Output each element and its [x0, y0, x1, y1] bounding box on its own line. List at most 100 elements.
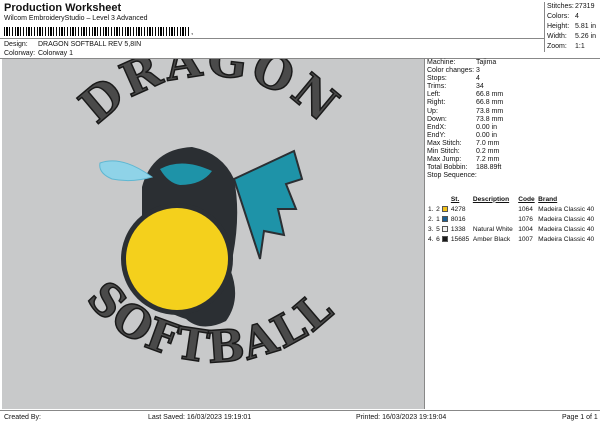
- stat-key: Zoom:: [547, 43, 567, 50]
- property-row: Right: 66.8 mm: [427, 99, 600, 107]
- color-swatch-cell: [441, 204, 450, 214]
- design-preview: DRAGON SOFTBALL: [2, 31, 425, 409]
- property-value: 3: [476, 67, 480, 75]
- stat-value: 5.26 in: [575, 33, 597, 40]
- property-row: Stops: 4: [427, 75, 600, 83]
- row-number: 4.: [428, 235, 434, 243]
- colorway-row: Colorway: Colorway 1: [4, 50, 73, 57]
- property-value: 188.89ft: [476, 164, 502, 172]
- thread-code: 1004: [518, 225, 533, 233]
- property-value: 73.8 mm: [476, 107, 504, 115]
- property-key: Stop Sequence:: [427, 172, 477, 180]
- row-number: 1.: [428, 205, 434, 213]
- column-header: Code: [518, 195, 535, 203]
- property-key: Max Jump:: [427, 156, 462, 164]
- property-key: Color changes:: [427, 67, 475, 75]
- footer: Created By: Last Saved: 16/03/2023 19:19…: [0, 410, 600, 424]
- property-row: Color changes: 3: [427, 67, 600, 75]
- barcode: [4, 27, 189, 36]
- table-header-row: St. Description Code Brand: [427, 194, 600, 204]
- property-value: 7.0 mm: [476, 139, 500, 147]
- thread-description: [472, 214, 517, 224]
- design-row: Design: DRAGON SOFTBALL REV 5,8IN: [4, 41, 141, 48]
- stat-value: 1:1: [575, 43, 585, 50]
- design-value: DRAGON SOFTBALL REV 5,8IN: [37, 41, 142, 48]
- last-saved: Last Saved: 16/03/2023 19:19:01: [148, 414, 252, 421]
- thread-description: Natural White: [472, 225, 513, 233]
- property-key: EndY:: [427, 131, 446, 139]
- thread-brand: Madeira Classic 40: [538, 205, 595, 213]
- property-key: Up:: [427, 107, 438, 115]
- column-header: St.: [450, 195, 460, 203]
- softball: [126, 208, 228, 310]
- thread-code: 1064: [518, 205, 533, 213]
- row-number: 2.: [428, 215, 434, 223]
- stitch-count: 15685: [450, 235, 470, 243]
- property-key: Trims:: [427, 83, 447, 91]
- property-value: 34: [476, 83, 484, 91]
- colorway-value: Colorway 1: [37, 50, 73, 57]
- top-lettering: DRAGON: [69, 59, 351, 134]
- column-header: [441, 194, 450, 204]
- table-row: 1. 2 4278 1064 Madeira Classic 40: [427, 204, 600, 214]
- property-value: 0.00 in: [476, 131, 498, 139]
- stat-value: 4: [575, 13, 579, 20]
- color-swatch: [442, 225, 449, 232]
- stat-row: Width: 5.26 in: [545, 32, 600, 42]
- color-swatch: [442, 205, 449, 212]
- property-key: Down:: [427, 115, 447, 123]
- property-key: Machine:: [427, 59, 456, 66]
- property-row: Machine: Tajima: [427, 59, 600, 67]
- row-number: 3.: [428, 225, 434, 233]
- stitch-count: 8016: [450, 215, 466, 223]
- table-row: 3. 5 1338 Natural White 1004 Madeira Cla…: [427, 224, 600, 234]
- thread-description: Amber Black: [472, 235, 511, 243]
- table-row: 4. 6 15685 Amber Black 1007 Madeira Clas…: [427, 234, 600, 244]
- property-key: EndX:: [427, 123, 447, 131]
- property-value: 66.8 mm: [476, 91, 504, 99]
- design-label: Design:: [4, 41, 28, 48]
- stat-key: Width:: [547, 33, 567, 40]
- stat-row: Height: 5.81 in: [545, 22, 600, 32]
- color-swatch: [442, 215, 449, 222]
- color-swatch-cell: [441, 224, 450, 234]
- property-row: EndY: 0.00 in: [427, 132, 600, 140]
- stat-key: Stitches:: [547, 3, 574, 10]
- stats-panel: Stitches:27319 Colors: 4 Height: 5.81 in W…: [544, 2, 600, 52]
- barcode-tail: ,: [191, 27, 194, 36]
- property-row: EndX: 0.00 in: [427, 124, 600, 132]
- property-row: Left: 66.8 mm: [427, 91, 600, 99]
- column-header: Brand: [538, 195, 558, 203]
- property-row: Max Jump: 7.2 mm: [427, 156, 600, 164]
- stat-row: Zoom: 1:1: [545, 42, 600, 52]
- property-row: Max Stitch: 7.0 mm: [427, 140, 600, 148]
- colorway-label: Colorway:: [4, 50, 36, 57]
- property-value: 0.00 in: [476, 123, 498, 131]
- property-row: Down: 73.8 mm: [427, 116, 600, 124]
- stat-key: Height:: [547, 23, 570, 30]
- dragon-flame: [99, 160, 154, 182]
- property-value: 73.8 mm: [476, 115, 504, 123]
- property-value: 4: [476, 75, 480, 83]
- thread-brand: Madeira Classic 40: [538, 215, 595, 223]
- stat-value: 5.81 in: [575, 23, 597, 30]
- stat-key: Colors:: [547, 13, 570, 20]
- property-value: 0.2 mm: [476, 148, 500, 156]
- table-row: 2. 1 8016 1076 Madeira Classic 40: [427, 214, 600, 224]
- property-key: Left:: [427, 91, 441, 99]
- created-by: Created By:: [4, 414, 41, 421]
- property-value: 66.8 mm: [476, 99, 504, 107]
- printed-date: Printed: 16/03/2023 19:19:04: [356, 414, 447, 421]
- thread-brand: Madeira Classic 40: [538, 235, 595, 243]
- property-row: Total Bobbin: 188.89ft: [427, 164, 600, 172]
- color-swatch: [442, 235, 449, 242]
- property-key: Max Stitch:: [427, 139, 462, 147]
- stat-row: Colors: 4: [545, 12, 600, 22]
- property-key: Stops:: [427, 75, 447, 83]
- property-value: 7.2 mm: [476, 156, 500, 164]
- thread-description: [472, 204, 517, 214]
- thread-code: 1007: [518, 235, 533, 243]
- divider: [0, 38, 544, 39]
- color-swatch-cell: [441, 234, 450, 244]
- page-number: Page 1 of 1: [562, 414, 598, 421]
